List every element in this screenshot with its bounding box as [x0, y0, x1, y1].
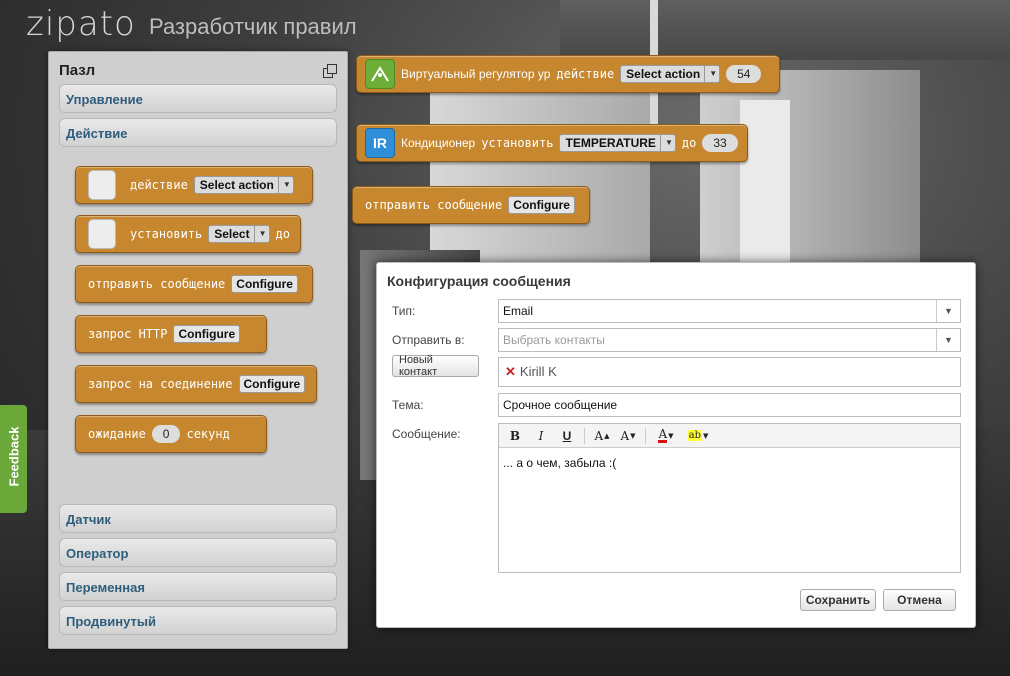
type-label: Тип: — [392, 304, 416, 318]
cancel-button[interactable]: Отмена — [883, 589, 956, 611]
chevron-down-icon: ▼ — [253, 226, 267, 242]
temperature-value-input[interactable]: 33 — [702, 134, 738, 152]
selected-contacts: ✕ Kirill K — [498, 357, 961, 387]
new-contact-button[interactable]: Новый контакт — [392, 354, 479, 378]
level-value-input[interactable]: 54 — [726, 65, 762, 83]
zipato-logo: zipato — [26, 4, 136, 44]
save-button[interactable]: Сохранить — [800, 589, 876, 611]
workspace-action-block[interactable]: Виртуальный регулятор ур действие Select… — [356, 55, 780, 93]
connection-request-block[interactable]: запрос на соединение Configure — [75, 365, 317, 403]
message-config-dialog: Конфигурация сообщения Тип: Email ▼ Отпр… — [376, 262, 976, 628]
workspace-send-message-block[interactable]: отправить сообщение Configure — [352, 186, 590, 224]
set-block[interactable]: установить Select ▼ до — [75, 215, 301, 253]
wait-seconds-input[interactable]: 0 — [151, 425, 181, 443]
http-request-block[interactable]: запрос HTTP Configure — [75, 315, 267, 353]
device-name: Виртуальный регулятор ур — [401, 67, 551, 81]
device-slot — [88, 219, 116, 249]
subject-label: Тема: — [392, 398, 424, 412]
dialog-title: Конфигурация сообщения — [387, 273, 571, 289]
italic-icon[interactable]: I — [529, 427, 553, 445]
ir-icon: IR — [365, 128, 395, 158]
message-textarea[interactable]: ... а о чем, забыла :( — [499, 448, 960, 478]
maximize-icon[interactable] — [323, 64, 337, 78]
category-advanced[interactable]: Продвинутый — [59, 606, 337, 635]
contact-chip: Kirill K — [519, 364, 557, 379]
device-slot — [88, 170, 116, 200]
configure-button[interactable]: Configure — [508, 196, 575, 214]
font-size-increase-icon[interactable]: A ▲ — [590, 427, 614, 445]
configure-button[interactable]: Configure — [238, 375, 306, 393]
select-dropdown[interactable]: Select ▼ — [208, 225, 270, 243]
underline-icon[interactable]: U — [555, 427, 579, 445]
device-name: Кондиционер — [401, 136, 476, 150]
puzzle-panel: Пазл Управление Действие действие Select… — [48, 51, 348, 649]
message-editor: B I U A ▲ A ▼ A ▼ ab ▼ ... а о чем, забыла :… — [498, 423, 961, 573]
action-blocks-drawer: действие Select action ▼ установить Selec… — [59, 166, 337, 503]
wait-block[interactable]: ожидание 0 секунд — [75, 415, 267, 453]
chevron-down-icon: ▼ — [704, 66, 717, 82]
feedback-label: Feedback — [6, 426, 22, 487]
page-title: Разработчик правил — [149, 14, 357, 39]
send-message-block[interactable]: отправить сообщение Configure — [75, 265, 313, 303]
remove-contact-icon[interactable]: ✕ — [505, 364, 516, 379]
configure-button[interactable]: Configure — [173, 325, 241, 343]
chevron-down-icon: ▼ — [936, 300, 960, 322]
select-action-dropdown[interactable]: Select action ▼ — [620, 65, 721, 83]
configure-button[interactable]: Configure — [231, 275, 298, 293]
bold-icon[interactable]: B — [503, 427, 527, 445]
highlight-color-icon[interactable]: ab ▼ — [683, 427, 713, 445]
subject-input[interactable]: Срочное сообщение — [498, 393, 961, 417]
category-control[interactable]: Управление — [59, 84, 337, 113]
message-label: Сообщение: — [392, 427, 461, 441]
temperature-dropdown[interactable]: TEMPERATURE ▼ — [559, 134, 676, 152]
category-sensor[interactable]: Датчик — [59, 504, 337, 533]
type-select[interactable]: Email ▼ — [498, 299, 961, 323]
action-block[interactable]: действие Select action ▼ — [75, 166, 313, 204]
category-operator[interactable]: Оператор — [59, 538, 337, 567]
send-to-label: Отправить в: — [392, 333, 465, 347]
editor-toolbar: B I U A ▲ A ▼ A ▼ ab ▼ — [499, 424, 960, 448]
select-action-dropdown[interactable]: Select action ▼ — [193, 176, 294, 194]
contacts-select[interactable]: Выбрать контакты ▼ — [498, 328, 961, 352]
panel-title: Пазл — [59, 62, 96, 79]
category-variable[interactable]: Переменная — [59, 572, 337, 601]
dimmer-icon — [365, 59, 395, 89]
chevron-down-icon: ▼ — [936, 329, 960, 351]
workspace-set-block[interactable]: IR Кондиционер установить TEMPERATURE ▼ д… — [356, 124, 748, 162]
font-size-decrease-icon[interactable]: A ▼ — [616, 427, 640, 445]
feedback-tab[interactable]: Feedback — [0, 405, 27, 513]
chevron-down-icon: ▼ — [659, 135, 673, 151]
font-color-icon[interactable]: A ▼ — [651, 427, 681, 445]
category-action[interactable]: Действие — [59, 118, 337, 147]
chevron-down-icon: ▼ — [277, 177, 291, 193]
